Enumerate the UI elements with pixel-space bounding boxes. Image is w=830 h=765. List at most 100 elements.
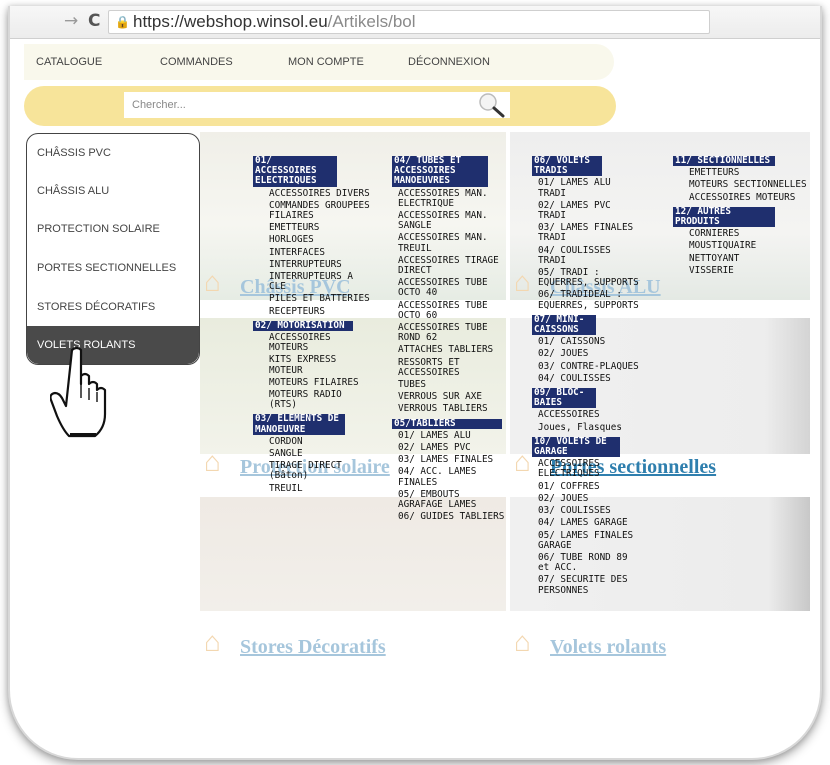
subcategory-link[interactable]: Joues, Flasques [532,422,644,433]
category-column-4: 11/ SECTIONNELLES EMETTEURS MOTEURS SECT… [673,154,813,278]
subcategory-link[interactable]: ACCESSOIRES MAN. TREUIL [392,233,506,254]
subcategory-link[interactable]: CORNIERES [673,229,813,239]
sidebar-item-portes-sectionnelles[interactable]: PORTES SECTIONNELLES [27,249,199,287]
subcategory-link[interactable]: 02/ LAMES PVC [392,442,506,453]
subcategory-link[interactable]: ACCESSOIRES MOTEURS [253,332,373,353]
subcategory-link[interactable]: 04/ COULISSES [532,373,644,384]
search-icon[interactable] [476,90,506,120]
subcategory-link[interactable]: ACCESSOIRES TUBE ROND 62 [392,322,506,343]
subcategory-link[interactable]: KITS EXPRESS MOTEUR [253,355,373,376]
category-heading[interactable]: 09/ BLOC-BAIES [532,387,596,409]
menu-commandes[interactable]: COMMANDES [160,56,233,68]
subcategory-link[interactable]: 01/ LAMES ALU [392,430,506,441]
subcategory-link[interactable]: ATTACHES TABLIERS [392,345,506,355]
subcategory-link[interactable]: RECEPTEURS [253,306,373,317]
subcategory-link[interactable]: 03/ CONTRE-PLAQUES [532,361,644,372]
house-icon: ⌂ [514,626,531,657]
tile-label-volets-rolants[interactable]: Volets rolants [550,636,666,659]
address-bar[interactable]: 🔒 https://webshop.winsol.eu/Artikels/bol [108,10,710,34]
category-heading[interactable]: 07/ MINI-CAISSONS [532,314,596,336]
category-heading[interactable]: 01/ ACCESSOIRES ELECTRIQUES [253,155,337,187]
subcategory-link[interactable]: 06/ GUIDES TABLIERS [392,512,506,522]
menu-mon-compte[interactable]: MON COMPTE [288,56,364,68]
subcategory-link[interactable]: 01/ COFFRES [532,481,644,492]
sidebar-menu: CHÂSSIS PVC CHÂSSIS ALU PROTECTION SOLAI… [26,133,200,365]
subcategory-link[interactable]: PILES ET BATTERIES [253,294,373,304]
category-heading[interactable]: 06/ VOLETS TRADIS [532,155,602,177]
subcategory-link[interactable]: 06/ TUBE ROND 89 et ACC. [532,552,644,573]
subcategory-link[interactable]: ACCESSOIRES MOTEURS [673,192,813,203]
search-input[interactable] [124,92,510,118]
subcategory-link[interactable]: 02/ JOUES [532,349,644,359]
subcategory-link[interactable]: VISSERIE [673,265,813,276]
subcategory-link[interactable]: 03/ COULISSES [532,505,644,516]
menu-deconnexion[interactable]: DÉCONNEXION [408,56,490,68]
subcategory-link[interactable]: ACCESSOIRES [532,410,644,420]
subcategory-link[interactable]: VERROUS TABLIERS [392,404,506,414]
subcategory-link[interactable]: TUBES [392,379,506,390]
subcategory-link[interactable]: ACCESSOIRES ELECTRIQUES [532,459,644,480]
subcategory-link[interactable]: TREUIL [253,483,373,494]
category-heading[interactable]: 04/ TUBES ET ACCESSOIRES MANOEUVRES [392,155,488,187]
subcategory-link[interactable]: INTERRUPTEURS A CLE [253,271,373,292]
subcategory-link[interactable]: 04/ LAMES GARAGE [532,518,644,528]
subcategory-link[interactable]: HORLOGES [253,235,373,245]
subcategory-link[interactable]: 03/ LAMES FINALES TRADI [532,223,644,244]
search-bar [24,86,616,126]
subcategory-link[interactable]: 05/ EMBOUTS AGRAFAGE LAMES [392,489,506,510]
reload-icon[interactable]: C [88,11,100,31]
sidebar-item-chassis-alu[interactable]: CHÂSSIS ALU [27,172,199,210]
subcategory-link[interactable]: 06/ TRADIDEAL : EQUERRES, SUPPORTS [532,290,644,311]
subcategory-link[interactable]: ACCESSOIRES MAN. SANGLE [392,210,506,231]
subcategory-link[interactable]: CORDON [253,436,373,447]
house-icon: ⌂ [514,266,531,297]
hand-cursor-icon [50,346,107,438]
subcategory-link[interactable]: ACCESSOIRES TUBE OCTO 40 [392,278,506,299]
subcategory-link[interactable]: 05/ LAMES FINALES GARAGE [532,530,644,551]
subcategory-link[interactable]: VERROUS SUR AXE [392,392,506,402]
subcategory-link[interactable]: 02/ LAMES PVC TRADI [532,200,644,221]
subcategory-link[interactable]: 07/ SECURITE DES PERSONNES [532,575,644,596]
subcategory-link[interactable]: TIRAGE DIRECT (Bâton) [253,461,373,482]
subcategory-link[interactable]: 05/ TRADI : EQUERRES, SUPPORTS [532,267,644,288]
subcategory-link[interactable]: ACCESSOIRES TIRAGE DIRECT [392,255,506,276]
subcategory-link[interactable]: 04/ ACC. LAMES FINALES [392,467,506,488]
subcategory-link[interactable]: RESSORTS ET ACCESSOIRES [392,357,506,378]
subcategory-link[interactable]: 01/ CAISSONS [532,337,644,347]
subcategory-link[interactable]: ACCESSOIRES DIVERS [253,188,373,199]
top-menu: CATALOGUE COMMANDES MON COMPTE DÉCONNEXI… [24,44,614,80]
subcategory-link[interactable]: ACCESSOIRES MAN. ELECTRIQUE [392,188,506,209]
subcategory-link[interactable]: MOUSTIQUAIRE [673,241,813,251]
forward-icon[interactable]: → [64,11,78,31]
subcategory-link[interactable]: INTERRUPTEURS [253,259,373,270]
subcategory-link[interactable]: MOTEURS FILAIRES [253,377,373,388]
category-heading[interactable]: 03/ ELEMENTS DE MANOEUVRE [253,414,345,435]
category-heading[interactable]: 11/ SECTIONNELLES [673,155,775,167]
tile-label-stores-decoratifs[interactable]: Stores Décoratifs [240,636,386,659]
subcategory-link[interactable]: SANGLE [253,448,373,459]
subcategory-link[interactable]: NETTOYANT [673,253,813,264]
sidebar-item-label: PORTES SECTIONNELLES [37,262,177,274]
subcategory-link[interactable]: MOTEURS RADIO (RTS) [253,389,373,410]
category-heading[interactable]: 10/ VOLETS DE GARAGE [532,436,620,458]
subcategory-link[interactable]: EMETTEURS [253,223,373,233]
subcategory-link[interactable]: MOTEURS SECTIONNELLES [673,180,813,190]
category-column-3: 06/ VOLETS TRADIS 01/ LAMES ALU TRADI 02… [532,154,644,598]
subcategory-link[interactable]: 04/ COULISSES TRADI [532,245,644,266]
subcategory-link[interactable]: EMETTEURS [673,167,813,178]
subcategory-link[interactable]: 01/ LAMES ALU TRADI [532,178,644,199]
subcategory-link[interactable]: 02/ JOUES [532,493,644,504]
category-heading[interactable]: 12/ AUTRES PRODUITS [673,206,775,228]
url-text: https://webshop.winsol.eu/Artikels/bol [133,12,416,32]
sidebar-item-stores-decoratifs[interactable]: STORES DÉCORATIFS [27,288,199,326]
category-heading[interactable]: 05/TABLIERS [392,418,502,429]
menu-catalogue[interactable]: CATALOGUE [36,56,102,68]
url-host: https://webshop.winsol.eu [133,12,328,31]
sidebar-item-protection-solaire[interactable]: PROTECTION SOLAIRE [27,210,199,248]
subcategory-link[interactable]: 03/ LAMES FINALES [392,455,506,465]
category-heading[interactable]: 02/ MOTORISATION [253,320,353,332]
subcategory-link[interactable]: ACCESSOIRES TUBE OCTO 60 [392,300,506,321]
subcategory-link[interactable]: COMMANDES GROUPEES FILAIRES [253,200,373,221]
subcategory-link[interactable]: INTERFACES [253,247,373,258]
sidebar-item-chassis-pvc[interactable]: CHÂSSIS PVC [27,134,199,172]
